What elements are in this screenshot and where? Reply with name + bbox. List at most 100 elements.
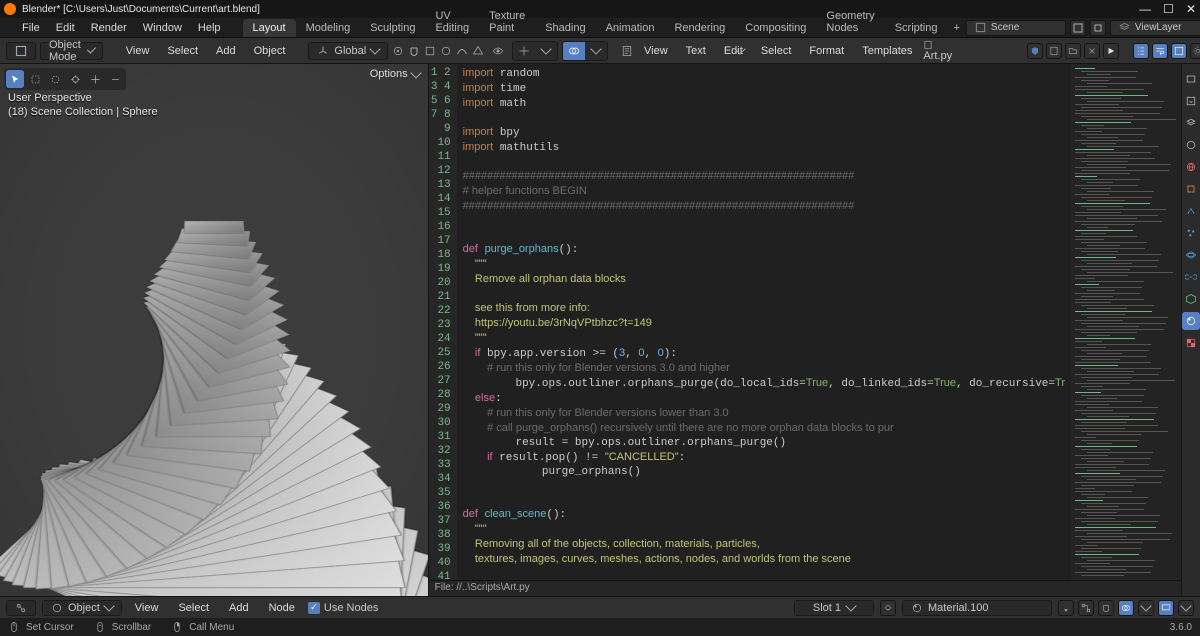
scene-new-button[interactable] — [1090, 20, 1106, 36]
prop-texture[interactable] — [1182, 334, 1200, 352]
sh-menu-add[interactable]: Add — [222, 600, 256, 616]
vp-menu-object[interactable]: Object — [247, 43, 293, 59]
vp-menu-select[interactable]: Select — [160, 43, 205, 59]
material-field[interactable]: Material.100 — [902, 600, 1052, 616]
tab-texture-paint[interactable]: Texture Paint — [479, 7, 535, 37]
close-button[interactable]: ✕ — [1186, 2, 1196, 16]
tab-geometry-nodes[interactable]: Geometry Nodes — [816, 7, 884, 37]
te-linenum-button[interactable] — [1133, 43, 1149, 59]
editor-type-dropdown[interactable] — [6, 42, 36, 60]
te-menu-select[interactable]: Select — [754, 43, 799, 59]
viewport[interactable]: Options User Perspective (18) Scene Coll… — [0, 64, 429, 596]
te-wrap-button[interactable] — [1152, 43, 1168, 59]
te-open-button[interactable] — [1065, 43, 1081, 59]
slot-dropdown[interactable]: Slot 1 — [794, 600, 874, 616]
menu-file[interactable]: File — [14, 20, 48, 36]
prop-scene[interactable] — [1182, 136, 1200, 154]
sh-menu-select[interactable]: Select — [171, 600, 216, 616]
scene-browse-button[interactable] — [1070, 20, 1086, 36]
tool-select[interactable] — [6, 70, 24, 88]
tab-add[interactable]: + — [947, 19, 965, 37]
tab-compositing[interactable]: Compositing — [735, 19, 816, 37]
prop-physics[interactable] — [1182, 246, 1200, 264]
shape-button[interactable] — [472, 42, 484, 60]
tab-modeling[interactable]: Modeling — [296, 19, 361, 37]
menu-window[interactable]: Window — [135, 20, 190, 36]
sh-overlay-dd-button[interactable] — [1138, 600, 1154, 616]
sh-overlay-button[interactable] — [1118, 600, 1134, 616]
prop-render[interactable] — [1182, 70, 1200, 88]
visibility-button[interactable] — [488, 42, 508, 60]
gizmo-dd-button[interactable] — [535, 42, 557, 60]
te-menu-format[interactable]: Format — [802, 43, 851, 59]
tab-layout[interactable]: Layout — [243, 19, 296, 37]
scene-field[interactable]: Scene — [966, 20, 1066, 36]
minimap[interactable] — [1071, 64, 1181, 580]
te-new-button[interactable] — [1046, 43, 1062, 59]
minimize-button[interactable]: — — [1139, 2, 1151, 16]
slot-browse-button[interactable]: ○ — [880, 600, 896, 616]
code-area[interactable]: import random import time import math im… — [457, 64, 1071, 580]
tool-cursor[interactable] — [66, 70, 84, 88]
te-run-button[interactable] — [1103, 43, 1119, 59]
prop-object[interactable] — [1182, 180, 1200, 198]
maximize-button[interactable]: ☐ — [1163, 2, 1174, 16]
textblock-field[interactable]: Art.py — [923, 40, 1023, 62]
tab-scripting[interactable]: Scripting — [885, 19, 948, 37]
pivot-button[interactable] — [392, 42, 404, 60]
prop-constraint[interactable] — [1182, 268, 1200, 286]
te-menu-view[interactable]: View — [637, 43, 675, 59]
vp-menu-view[interactable]: View — [119, 43, 157, 59]
te-syntax-button[interactable] — [1171, 43, 1187, 59]
shader-mode-dropdown[interactable]: Object — [42, 600, 122, 616]
menu-help[interactable]: Help — [190, 20, 229, 36]
sh-menu-view[interactable]: View — [128, 600, 166, 616]
te-menu-text[interactable]: Text — [679, 43, 713, 59]
tool-select-circle[interactable] — [46, 70, 64, 88]
menu-edit[interactable]: Edit — [48, 20, 83, 36]
snap-type-button[interactable] — [424, 42, 436, 60]
mode-dropdown[interactable]: Object Mode — [40, 42, 103, 60]
tab-uv-editing[interactable]: UV Editing — [425, 7, 479, 37]
sh-snap-button[interactable] — [1098, 600, 1114, 616]
prop-viewlayer[interactable] — [1182, 114, 1200, 132]
te-unlink-button[interactable] — [1084, 43, 1100, 59]
prop-world[interactable] — [1182, 158, 1200, 176]
tool-more[interactable] — [106, 70, 124, 88]
prop-particle[interactable] — [1182, 224, 1200, 242]
overlays-dd-button[interactable] — [585, 42, 607, 60]
use-nodes-checkbox[interactable]: ✓ Use Nodes — [308, 602, 378, 614]
sh-menu-node[interactable]: Node — [262, 600, 302, 616]
gizmo-button[interactable] — [513, 42, 535, 60]
orientation-dropdown[interactable]: Global — [308, 42, 388, 60]
te-menu-templates[interactable]: Templates — [855, 43, 919, 59]
prop-material[interactable] — [1182, 312, 1200, 330]
shader-type-dropdown[interactable] — [6, 600, 36, 616]
prop-data[interactable] — [1182, 290, 1200, 308]
tab-shading[interactable]: Shading — [535, 19, 595, 37]
tab-rendering[interactable]: Rendering — [664, 19, 735, 37]
proportional-type-button[interactable] — [456, 42, 468, 60]
menu-render[interactable]: Render — [83, 20, 135, 36]
tab-sculpting[interactable]: Sculpting — [360, 19, 425, 37]
prop-modifier[interactable] — [1182, 202, 1200, 220]
texteditor-type-dropdown[interactable] — [621, 45, 633, 57]
te-shield-button[interactable] — [1027, 43, 1043, 59]
tool-move[interactable] — [86, 70, 104, 88]
te-menu-edit[interactable]: Edit — [717, 43, 750, 59]
proportional-button[interactable] — [440, 42, 452, 60]
te-settings-button[interactable] — [1190, 43, 1200, 59]
text-body[interactable]: 1 2 3 4 5 6 7 8 9 10 11 12 13 14 15 16 1… — [429, 64, 1181, 580]
vp-menu-add[interactable]: Add — [209, 43, 243, 59]
tab-animation[interactable]: Animation — [596, 19, 665, 37]
tool-select-box[interactable] — [26, 70, 44, 88]
viewlayer-field[interactable]: ViewLayer — [1110, 20, 1200, 36]
sculpture-object[interactable] — [0, 132, 429, 592]
overlays-button[interactable] — [563, 42, 585, 60]
sh-pin-button[interactable] — [1058, 600, 1074, 616]
sh-display-dd-button[interactable] — [1178, 600, 1194, 616]
snap-button[interactable] — [408, 42, 420, 60]
options-dropdown[interactable]: Options — [370, 68, 420, 80]
prop-output[interactable] — [1182, 92, 1200, 110]
sh-display-button[interactable] — [1158, 600, 1174, 616]
